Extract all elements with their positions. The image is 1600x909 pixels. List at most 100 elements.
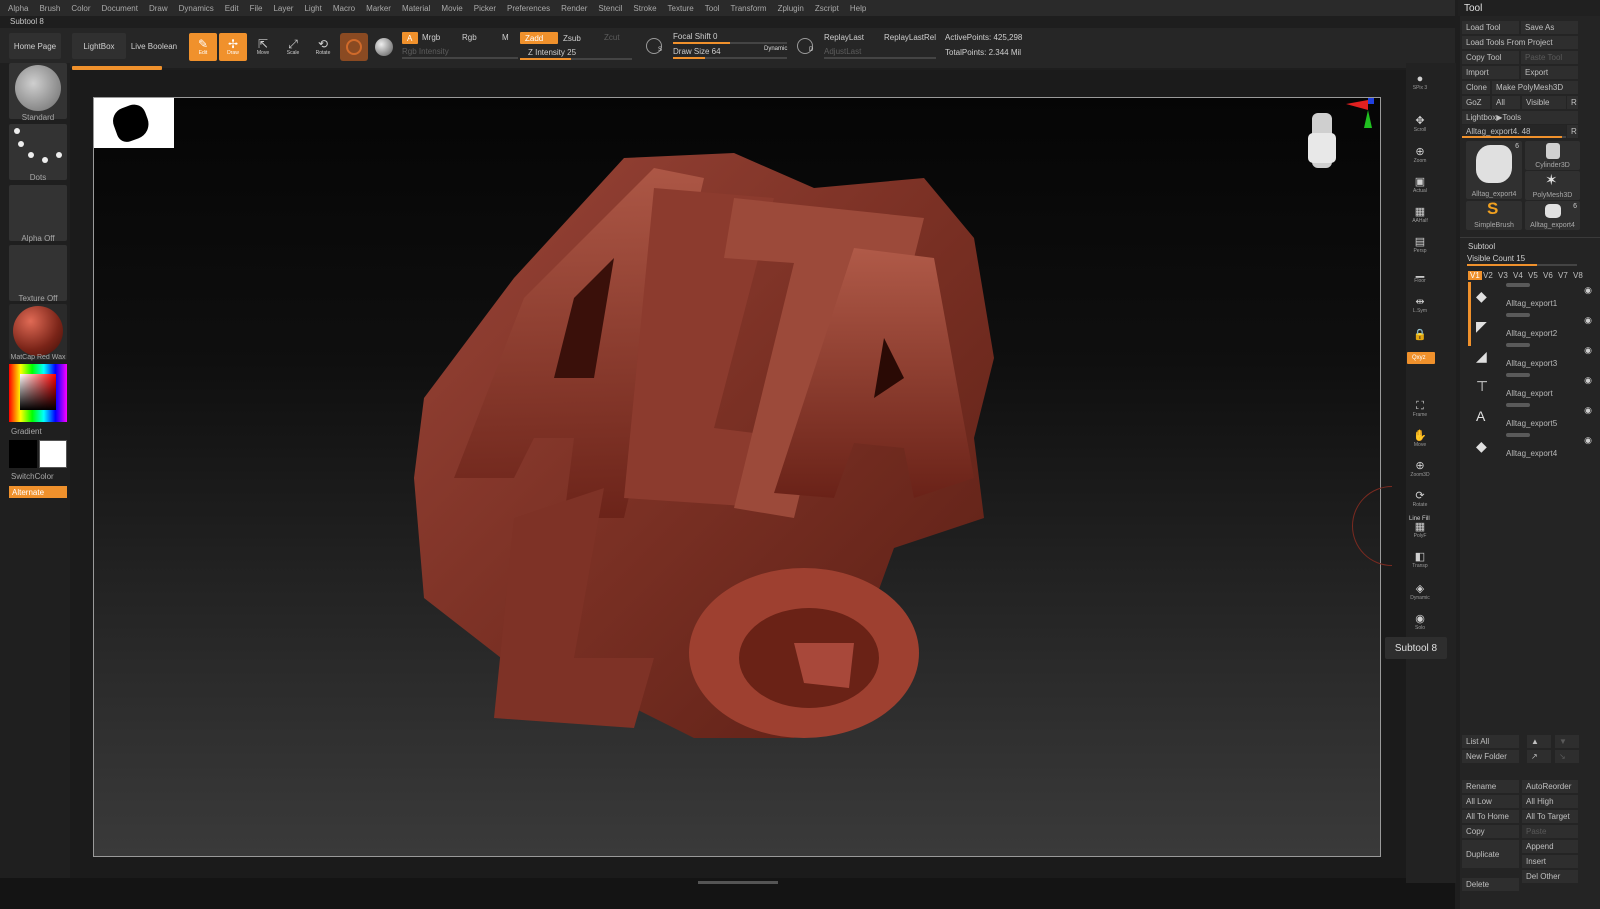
color-picker[interactable] [9,364,67,422]
right-tool-frame[interactable]: ⛶ Frame [1406,397,1434,421]
del-other-button[interactable]: Del Other [1522,870,1578,883]
dynamic-toggle[interactable]: Dynamic [764,46,787,52]
menu-macro[interactable]: Macro [333,4,355,13]
all-high-button[interactable]: All High [1522,795,1578,808]
move-down-button[interactable]: ▼ [1555,735,1579,748]
scale-mode-button[interactable]: ⤢ Scale [279,33,307,61]
tool-thumb-alltag-export4[interactable]: 6 Alltag_export4 [1466,141,1522,199]
current-tool-track[interactable] [1462,136,1566,138]
lightbox-tools-button[interactable]: Lightbox▶Tools [1462,111,1578,124]
clone-button[interactable]: Clone [1462,81,1490,94]
menu-texture[interactable]: Texture [668,4,694,13]
subtool-row[interactable]: ◢ ◉ Alltag_export3 [1470,343,1594,373]
focal-shift-slider[interactable]: Focal Shift 0 [673,32,717,41]
paste-tool-button[interactable]: Paste Tool [1521,51,1578,64]
menu-light[interactable]: Light [304,4,321,13]
rgb-intensity-slider[interactable]: Rgb Intensity [402,47,449,56]
model-render[interactable] [94,98,1381,857]
copy-tool-button[interactable]: Copy Tool [1462,51,1519,64]
all-low-button[interactable]: All Low [1462,795,1519,808]
rgb-button[interactable]: Rgb [462,33,477,42]
menu-zscript[interactable]: Zscript [815,4,839,13]
load-tool-button[interactable]: Load Tool [1462,21,1519,34]
switch-color-button[interactable]: SwitchColor [9,472,67,481]
menu-dynamics[interactable]: Dynamics [179,4,214,13]
texture-slot[interactable] [9,245,67,301]
subtool-row[interactable]: ◆ ◉ Alltag_export1 [1470,283,1594,313]
sphere-quick-button[interactable] [370,33,398,61]
right-tool-l-sym[interactable]: ⇹ L.Sym [1406,293,1434,317]
new-folder-button[interactable]: New Folder [1462,750,1519,763]
folder-action-2-button[interactable]: ↘ [1555,750,1579,763]
subtool-version-tab-v4[interactable]: V4 [1513,271,1523,280]
export-button[interactable]: Export [1521,66,1578,79]
tool-thumb-cylinder3d[interactable]: Cylinder3D [1525,141,1580,170]
subtool-row[interactable]: ⊤ ◉ Alltag_export [1470,373,1594,403]
subtool-version-tab-v8[interactable]: V8 [1573,271,1583,280]
adjust-last-track[interactable] [824,57,936,59]
visibility-eye-icon[interactable]: ◉ [1584,315,1592,326]
bottom-shelf-handle[interactable] [698,881,778,884]
visible-count-track[interactable] [1467,264,1577,266]
menu-stroke[interactable]: Stroke [633,4,656,13]
right-tool-floor[interactable]: ▁ Floor [1406,263,1434,287]
right-tool-persp[interactable]: ▤ Persp [1406,233,1434,257]
draw-mode-button[interactable]: ✢ Draw [219,33,247,61]
replay-last-rel-button[interactable]: ReplayLastRel [884,33,936,42]
menu-document[interactable]: Document [102,4,138,13]
current-tool-r-button[interactable]: R [1567,125,1578,138]
menu-preferences[interactable]: Preferences [507,4,550,13]
draw-size-slider[interactable]: Draw Size 64 [673,47,721,56]
subtool-version-tab-v7[interactable]: V7 [1558,271,1568,280]
save-as-button[interactable]: Save As [1521,21,1578,34]
menu-help[interactable]: Help [850,4,866,13]
menu-transform[interactable]: Transform [730,4,766,13]
menu-zplugin[interactable]: Zplugin [778,4,804,13]
rotate-mode-button[interactable]: ⟲ Rotate [309,33,337,61]
alternate-button[interactable]: Alternate [9,486,67,498]
copy-button[interactable]: Copy [1462,825,1519,838]
menu-edit[interactable]: Edit [225,4,239,13]
stroke-slot[interactable] [9,124,67,180]
all-to-target-button[interactable]: All To Target [1522,810,1578,823]
subtool-version-tab-v2[interactable]: V2 [1483,271,1493,280]
zsub-button[interactable]: Zsub [563,34,581,43]
replay-last-button[interactable]: ReplayLast [824,33,864,42]
visibility-eye-icon[interactable]: ◉ [1584,375,1592,386]
subtool-row[interactable]: ◤ ◉ Alltag_export2 [1470,313,1594,343]
subtool-version-tab-v5[interactable]: V5 [1528,271,1538,280]
mrgb-button[interactable]: Mrgb [422,33,440,42]
tool-thumb-polymesh3d[interactable]: ✶ PolyMesh3D [1525,171,1580,200]
alpha-slot[interactable] [9,185,67,241]
menu-render[interactable]: Render [561,4,587,13]
xyz-symmetry-button[interactable]: Qxyz [1407,352,1435,364]
line-fill-label[interactable]: Line Fill [1409,516,1430,522]
subtool-toggle[interactable] [1506,433,1530,437]
folder-action-button[interactable]: ↗ [1527,750,1551,763]
menu-file[interactable]: File [250,4,263,13]
visibility-eye-icon[interactable]: ◉ [1584,345,1592,356]
insert-button[interactable]: Insert [1522,855,1578,868]
orientation-gizmo[interactable] [1284,98,1374,188]
lightbox-button[interactable]: LightBox [72,33,126,59]
right-tool-move[interactable]: ✋ Move [1406,427,1434,451]
right-tool-transp[interactable]: ◧ Transp [1406,548,1434,572]
menu-draw[interactable]: Draw [149,4,168,13]
goz-button[interactable]: GoZ [1462,96,1490,109]
load-tools-from-project-button[interactable]: Load Tools From Project [1462,36,1578,49]
subtool-row[interactable]: ◆ ◉ Alltag_export4 [1470,433,1594,463]
rgb-intensity-track[interactable] [402,57,518,59]
zadd-button[interactable]: Zadd [520,32,558,44]
visibility-eye-icon[interactable]: ◉ [1584,405,1592,416]
a-toggle[interactable]: A [402,32,418,44]
menu-tool[interactable]: Tool [705,4,720,13]
list-all-button[interactable]: List All [1462,735,1519,748]
right-tool-scroll[interactable]: ✥ Scroll [1406,112,1434,136]
menu-material[interactable]: Material [402,4,430,13]
all-to-home-button[interactable]: All To Home [1462,810,1519,823]
subtool-toggle[interactable] [1506,373,1530,377]
subtool-toggle[interactable] [1506,403,1530,407]
z-intensity-slider[interactable]: Z Intensity 25 [528,48,576,57]
subtool-toggle[interactable] [1506,283,1530,287]
menu-picker[interactable]: Picker [474,4,496,13]
